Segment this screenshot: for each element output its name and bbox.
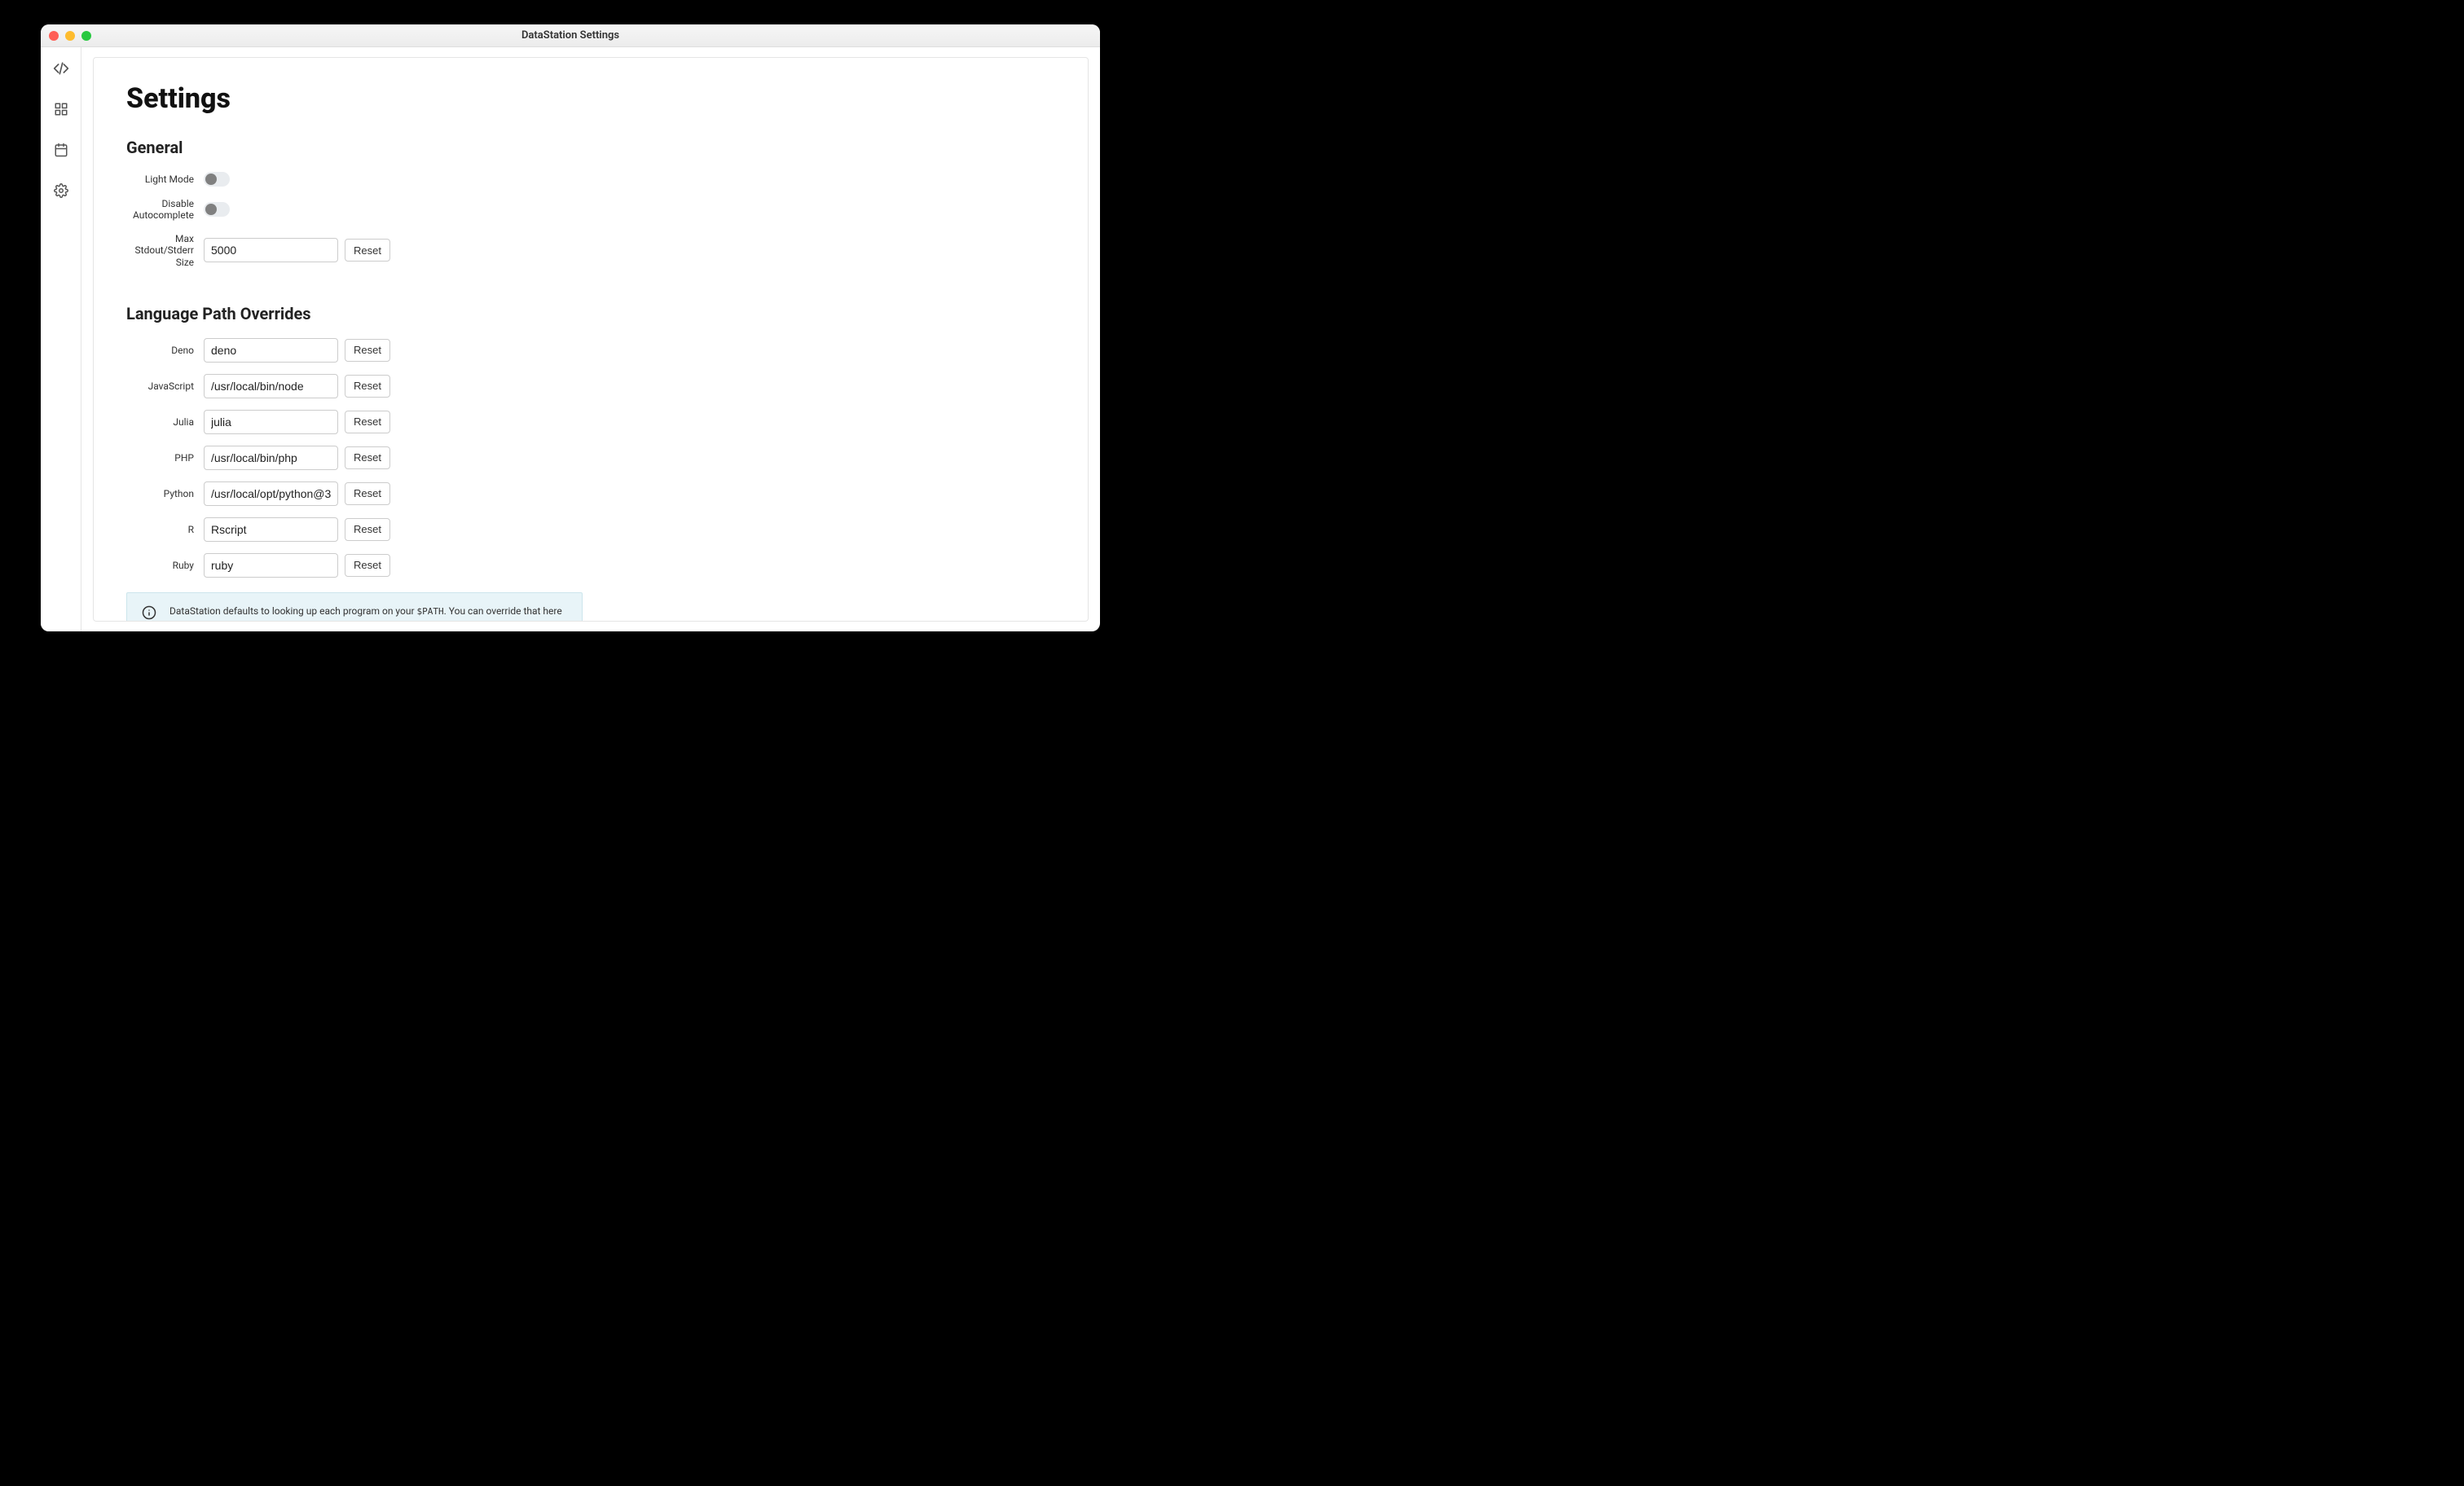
light-mode-toggle[interactable] bbox=[204, 172, 230, 187]
sidebar bbox=[41, 47, 81, 631]
language-path-input[interactable] bbox=[204, 338, 338, 363]
language-path-reset-button[interactable]: Reset bbox=[345, 482, 390, 505]
language-path-input[interactable] bbox=[204, 517, 338, 542]
close-window-button[interactable] bbox=[49, 31, 59, 41]
dashboard-icon bbox=[54, 102, 68, 120]
language-path-reset-button[interactable]: Reset bbox=[345, 554, 390, 577]
language-path-reset-button[interactable]: Reset bbox=[345, 518, 390, 541]
language-path-reset-button[interactable]: Reset bbox=[345, 446, 390, 469]
disable-autocomplete-row: Disable Autocomplete bbox=[126, 198, 1055, 222]
language-path-rows: Deno Reset JavaScript Reset Julia Reset PHP Res… bbox=[126, 338, 1055, 578]
section-general-title: General bbox=[126, 138, 1055, 157]
minimize-window-button[interactable] bbox=[65, 31, 75, 41]
language-path-input[interactable] bbox=[204, 481, 338, 506]
titlebar: DataStation Settings bbox=[41, 24, 1100, 47]
code-icon bbox=[53, 60, 69, 80]
language-path-label: Deno bbox=[126, 345, 204, 356]
info-text-code: $PATH bbox=[417, 606, 444, 617]
language-path-label: Julia bbox=[126, 416, 204, 428]
settings-card: Settings General Light Mode Disable Auto… bbox=[93, 57, 1089, 622]
info-icon bbox=[142, 605, 156, 620]
info-text-prefix: DataStation defaults to looking up each … bbox=[169, 605, 417, 617]
language-path-row: Ruby Reset bbox=[126, 553, 1055, 578]
language-path-reset-button[interactable]: Reset bbox=[345, 411, 390, 433]
language-path-row: Python Reset bbox=[126, 481, 1055, 506]
disable-autocomplete-label: Disable Autocomplete bbox=[126, 198, 204, 222]
max-stdout-input[interactable] bbox=[204, 238, 338, 262]
page-title: Settings bbox=[126, 82, 1055, 115]
light-mode-label: Light Mode bbox=[126, 174, 204, 185]
language-path-row: JavaScript Reset bbox=[126, 374, 1055, 398]
sidebar-item-code[interactable] bbox=[53, 62, 69, 78]
language-path-label: PHP bbox=[126, 452, 204, 464]
language-path-label: Ruby bbox=[126, 560, 204, 571]
language-path-row: PHP Reset bbox=[126, 446, 1055, 470]
language-path-label: Python bbox=[126, 488, 204, 499]
language-path-row: R Reset bbox=[126, 517, 1055, 542]
language-path-info: DataStation defaults to looking up each … bbox=[126, 592, 583, 622]
language-path-input[interactable] bbox=[204, 410, 338, 434]
sidebar-item-scheduler[interactable] bbox=[53, 143, 69, 160]
language-path-row: Deno Reset bbox=[126, 338, 1055, 363]
language-path-reset-button[interactable]: Reset bbox=[345, 339, 390, 362]
section-language-paths-title: Language Path Overrides bbox=[126, 304, 1055, 323]
sidebar-item-settings[interactable] bbox=[53, 184, 69, 200]
language-path-reset-button[interactable]: Reset bbox=[345, 375, 390, 398]
main-area: Settings General Light Mode Disable Auto… bbox=[81, 47, 1100, 631]
calendar-icon bbox=[54, 143, 68, 160]
info-text: DataStation defaults to looking up each … bbox=[169, 605, 567, 622]
maximize-window-button[interactable] bbox=[81, 31, 91, 41]
app-body: Settings General Light Mode Disable Auto… bbox=[41, 47, 1100, 631]
max-stdout-label: Max Stdout/Stderr Size bbox=[126, 233, 204, 268]
app-window: DataStation Settings bbox=[41, 24, 1100, 631]
language-path-label: R bbox=[126, 524, 204, 535]
max-stdout-reset-button[interactable]: Reset bbox=[345, 239, 390, 262]
language-path-input[interactable] bbox=[204, 446, 338, 470]
max-stdout-row: Max Stdout/Stderr Size Reset bbox=[126, 233, 1055, 268]
light-mode-row: Light Mode bbox=[126, 172, 1055, 187]
language-path-row: Julia Reset bbox=[126, 410, 1055, 434]
traffic-lights bbox=[49, 31, 91, 41]
disable-autocomplete-toggle[interactable] bbox=[204, 202, 230, 217]
window-title: DataStation Settings bbox=[521, 29, 619, 42]
language-path-label: JavaScript bbox=[126, 380, 204, 392]
language-path-input[interactable] bbox=[204, 374, 338, 398]
gear-icon bbox=[54, 183, 68, 201]
sidebar-item-dashboard[interactable] bbox=[53, 103, 69, 119]
language-path-input[interactable] bbox=[204, 553, 338, 578]
